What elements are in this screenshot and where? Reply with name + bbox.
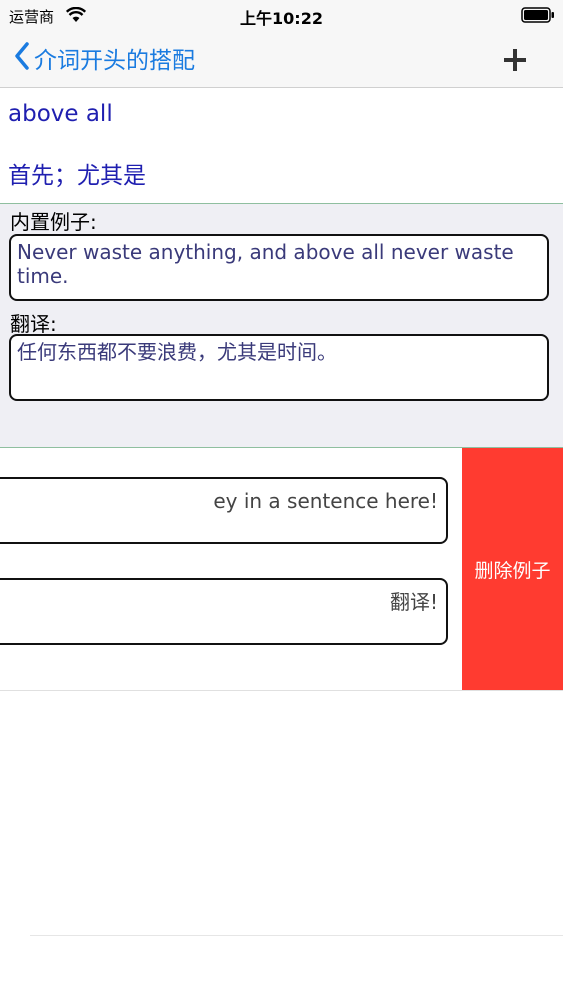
builtin-translation-text: 任何东西都不要浪费，尤其是时间。 xyxy=(9,334,549,401)
word-section: above all 首先；尤其是 xyxy=(0,89,563,203)
user-example-content: ey in a sentence here! 翻译! xyxy=(0,448,462,690)
user-example-placeholder: ey in a sentence here! xyxy=(213,489,438,513)
clock: 上午10:22 xyxy=(240,9,323,28)
delete-example-button[interactable]: 删除例子 xyxy=(462,448,563,690)
user-translation-placeholder: 翻译! xyxy=(389,590,438,614)
word-title: above all xyxy=(8,101,113,127)
back-button-label: 介词开头的搭配 xyxy=(34,48,195,74)
builtin-translation-label: 翻译: xyxy=(10,312,57,336)
separator xyxy=(30,935,563,936)
battery-icon xyxy=(521,7,555,27)
chevron-left-icon xyxy=(14,42,30,74)
user-translation-input[interactable]: 翻译! xyxy=(0,578,448,645)
user-example-row[interactable]: ey in a sentence here! 翻译! 删除例子 xyxy=(0,448,563,691)
builtin-example-section: 内置例子: Never waste anything, and above al… xyxy=(0,203,563,448)
back-button[interactable]: 介词开头的搭配 xyxy=(14,40,195,76)
builtin-example-label: 内置例子: xyxy=(10,210,97,234)
status-bar: 运营商 上午10:22 xyxy=(0,0,563,30)
builtin-example-text: Never waste anything, and above all neve… xyxy=(9,234,549,301)
word-meaning: 首先；尤其是 xyxy=(8,163,146,189)
navigation-bar: 介词开头的搭配 xyxy=(0,30,563,88)
plus-icon xyxy=(497,49,533,82)
add-example-button[interactable] xyxy=(497,42,533,78)
user-example-input[interactable]: ey in a sentence here! xyxy=(0,477,448,544)
